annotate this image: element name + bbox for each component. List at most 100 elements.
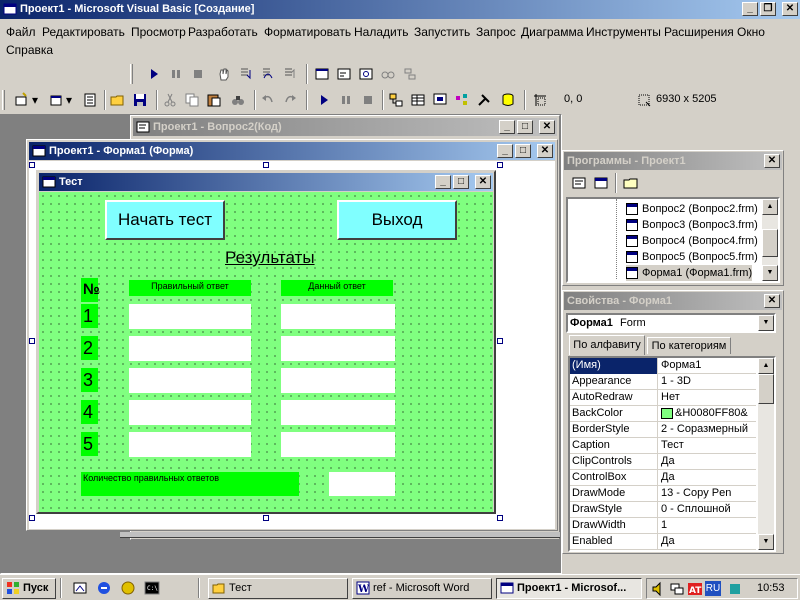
property-value[interactable]: 0 - Сплошной — [659, 502, 756, 518]
menu-tools[interactable]: Инструменты — [586, 22, 661, 42]
resize-handle[interactable] — [263, 162, 269, 168]
view-code-icon[interactable] — [569, 173, 589, 193]
end-icon[interactable] — [358, 90, 378, 110]
correct-answer-textbox[interactable] — [129, 432, 251, 457]
undo-icon[interactable] — [258, 90, 278, 110]
toolbar-grip[interactable] — [130, 64, 133, 84]
resize-handle[interactable] — [497, 162, 503, 168]
property-row[interactable]: Appearance 1 - 3D — [570, 374, 756, 390]
property-value[interactable]: 1 — [659, 518, 756, 534]
scroll-thumb[interactable] — [762, 229, 778, 257]
find-icon[interactable] — [228, 90, 248, 110]
break-icon[interactable] — [336, 90, 356, 110]
step-over-icon[interactable] — [258, 64, 278, 84]
code-maximize-button[interactable]: □ — [517, 120, 533, 134]
dropdown-arrow-icon[interactable]: ▾ — [30, 90, 40, 110]
tab-alphabetic[interactable]: По алфавиту — [569, 335, 645, 355]
menu-window[interactable]: Окно — [737, 22, 765, 42]
locals-window-icon[interactable] — [312, 64, 332, 84]
scroll-up-arrow-icon[interactable]: ▲ — [758, 358, 774, 374]
menu-format[interactable]: Форматировать — [264, 22, 351, 42]
given-answer-textbox[interactable] — [281, 368, 395, 393]
property-grid[interactable]: (Имя) Форма1 Appearance 1 - 3D AutoRedraw Н… — [568, 356, 776, 552]
property-row[interactable]: AutoRedraw Нет — [570, 390, 756, 406]
resize-handle[interactable] — [29, 338, 35, 344]
step-into-icon[interactable] — [236, 64, 256, 84]
property-row[interactable]: ClipControls Да — [570, 454, 756, 470]
close-button[interactable]: ✕ — [782, 2, 798, 16]
task-button[interactable]: Тест — [208, 578, 348, 599]
restore-button[interactable]: ❐ — [760, 2, 776, 16]
property-row[interactable]: (Имя) Форма1 — [570, 358, 756, 374]
property-value[interactable]: 1 - 3D — [659, 374, 756, 390]
correct-answer-textbox[interactable] — [129, 336, 251, 361]
pause-icon[interactable] — [166, 64, 186, 84]
tree-item[interactable]: Вопрос5 (Вопрос5.frm) — [626, 249, 758, 265]
scroll-down-arrow-icon[interactable]: ▼ — [762, 265, 778, 281]
start-icon[interactable] — [314, 90, 334, 110]
tree-item[interactable]: Вопрос2 (Вопрос2.frm) — [626, 201, 758, 217]
menu-debug[interactable]: Наладить — [354, 22, 408, 42]
given-answer-textbox[interactable] — [281, 336, 395, 361]
menu-help[interactable]: Справка — [6, 40, 53, 60]
stop-icon[interactable] — [188, 64, 208, 84]
chevron-down-icon[interactable]: ▼ — [758, 315, 774, 331]
object-selector[interactable]: Форма1 Form ▼ — [566, 313, 776, 333]
test-form[interactable]: Тест _ □ ✕ Начать тест Выход Результаты … — [36, 170, 496, 514]
menu-query[interactable]: Запрос — [476, 22, 516, 42]
start-button[interactable]: Пуск — [2, 578, 56, 599]
property-row[interactable]: DrawStyle 0 - Сплошной — [570, 502, 756, 518]
command-prompt-icon[interactable]: C:\ — [142, 578, 162, 598]
property-row[interactable]: Enabled Да — [570, 534, 756, 550]
tab-categorized[interactable]: По категориям — [647, 337, 731, 354]
test-form-client-area[interactable]: Начать тест Выход Результаты № Правильны… — [39, 192, 493, 512]
tree-item[interactable]: Вопрос4 (Вопрос4.frm) — [626, 233, 758, 249]
given-answer-textbox[interactable] — [281, 400, 395, 425]
project-explorer-close-button[interactable]: ✕ — [764, 154, 780, 168]
save-icon[interactable] — [130, 90, 150, 110]
open-folder-icon[interactable] — [108, 90, 128, 110]
resize-handle[interactable] — [29, 162, 35, 168]
property-row[interactable]: BackColor &H0080FF80& — [570, 406, 756, 422]
minimize-button[interactable]: _ — [742, 2, 758, 16]
resize-handle[interactable] — [497, 338, 503, 344]
property-row[interactable]: Caption Тест — [570, 438, 756, 454]
project-explorer-icon[interactable] — [386, 90, 406, 110]
menu-file[interactable]: Файл — [6, 22, 36, 42]
scroll-down-arrow-icon[interactable]: ▼ — [758, 534, 774, 550]
property-row[interactable]: DrawWidth 1 — [570, 518, 756, 534]
property-row[interactable]: DrawMode 13 - Copy Pen — [570, 486, 756, 502]
tray-app-icon[interactable] — [725, 579, 745, 599]
form-maximize-button[interactable]: □ — [515, 144, 531, 158]
add-form-icon[interactable] — [46, 90, 66, 110]
menu-edit[interactable]: Редактировать — [42, 22, 125, 42]
menu-run[interactable]: Запустить — [414, 22, 470, 42]
antivirus-icon[interactable]: AT — [685, 579, 705, 599]
view-object-icon[interactable] — [591, 173, 611, 193]
watch-window-icon[interactable] — [356, 64, 376, 84]
show-desktop-icon[interactable] — [70, 578, 90, 598]
exit-button[interactable]: Выход — [337, 200, 457, 240]
property-value[interactable]: Да — [659, 470, 756, 486]
paste-icon[interactable] — [204, 90, 224, 110]
correct-count-textbox[interactable] — [329, 472, 395, 496]
form-close-button[interactable]: ✕ — [537, 144, 553, 158]
volume-icon[interactable] — [649, 579, 669, 599]
data-view-icon[interactable] — [498, 90, 518, 110]
properties-window-icon[interactable] — [408, 90, 428, 110]
property-value[interactable]: Форма1 — [659, 358, 756, 374]
form-minimize-button[interactable]: _ — [497, 144, 513, 158]
given-answer-textbox[interactable] — [281, 304, 395, 329]
quicklaunch-icon[interactable] — [118, 578, 138, 598]
correct-answer-textbox[interactable] — [129, 304, 251, 329]
given-answer-textbox[interactable] — [281, 432, 395, 457]
cut-icon[interactable] — [160, 90, 180, 110]
tree-item-selected[interactable]: Форма1 (Форма1.frm) — [626, 265, 753, 281]
redo-icon[interactable] — [280, 90, 300, 110]
dropdown-arrow-icon-2[interactable]: ▾ — [64, 90, 74, 110]
resize-handle[interactable] — [263, 515, 269, 521]
property-value[interactable]: Да — [659, 454, 756, 470]
object-browser-icon[interactable] — [452, 90, 472, 110]
quicklaunch-icon[interactable] — [94, 578, 114, 598]
code-minimize-button[interactable]: _ — [499, 120, 515, 134]
